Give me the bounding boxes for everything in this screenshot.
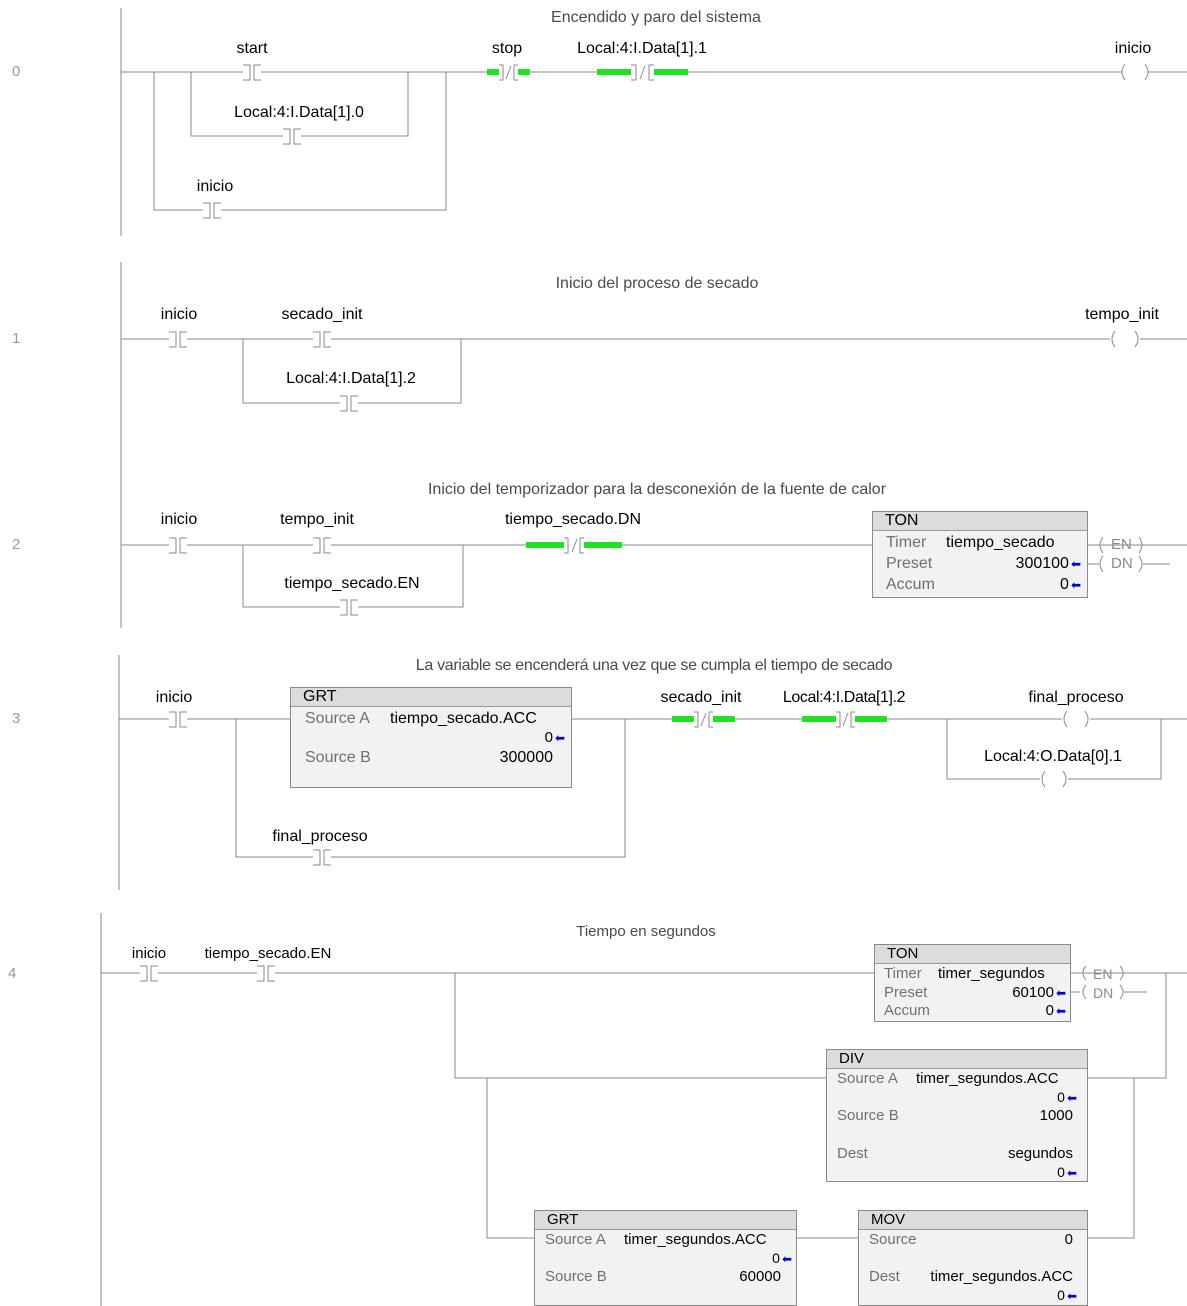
grt-source-a-label: Source A xyxy=(545,1231,606,1248)
grt-title: GRT xyxy=(547,1211,579,1228)
ton-timer-label: Timer xyxy=(884,965,922,982)
live-arrow-icon: ⬅ xyxy=(1070,557,1081,571)
coil-tempo-init[interactable]: tempo_init xyxy=(1085,306,1159,324)
contact-secado-init[interactable]: secado_init xyxy=(661,689,742,707)
mov-title: MOV xyxy=(871,1211,906,1228)
ton-block-timer-segundos[interactable]: TON Timer timer_segundos Preset 60100 ⬅ A… xyxy=(874,944,1071,1022)
ton-title: TON xyxy=(885,512,919,529)
div-dest-live: 0 ⬅ xyxy=(1057,1164,1077,1180)
contact-local-2[interactable]: Local:4:I.Data[1].2 xyxy=(286,370,416,388)
contact-stop[interactable]: stop xyxy=(492,40,522,58)
ton-en-coil: EN xyxy=(1093,966,1113,982)
mov-source-value[interactable]: 0 xyxy=(1065,1232,1073,1248)
contact-inicio[interactable]: inicio xyxy=(132,945,166,963)
live-arrow-icon: ⬅ xyxy=(554,731,565,745)
live-arrow-icon: ⬅ xyxy=(1066,1289,1077,1303)
contact-inicio[interactable]: inicio xyxy=(156,689,192,707)
rung-number-1: 1 xyxy=(12,330,21,347)
contact-local-0[interactable]: Local:4:I.Data[1].0 xyxy=(234,104,364,122)
grt-source-b-label: Source B xyxy=(305,749,371,766)
ton-title: TON xyxy=(887,945,919,962)
grt-source-b-value[interactable]: 60000 xyxy=(739,1269,781,1285)
grt-source-b-label: Source B xyxy=(545,1268,607,1285)
div-source-a-value[interactable]: timer_segundos.ACC xyxy=(916,1071,1059,1087)
grt-block-tiempo-secado[interactable]: GRT Source A tiempo_secado.ACC 0 ⬅ Source… xyxy=(290,687,572,788)
rung-comment-1: Inicio del proceso de secado xyxy=(555,275,759,292)
contact-inicio[interactable]: inicio xyxy=(161,306,197,324)
contact-local-1[interactable]: Local:4:I.Data[1].1 xyxy=(577,40,707,58)
contact-tiempo-secado-en[interactable]: tiempo_secado.EN xyxy=(284,575,419,593)
grt-source-a-label: Source A xyxy=(305,710,370,727)
ton-accum-value[interactable]: 0 ⬅ xyxy=(1046,1003,1066,1019)
live-arrow-icon: ⬅ xyxy=(1055,1004,1066,1018)
contact-tiempo-secado-dn[interactable]: tiempo_secado.DN xyxy=(505,511,641,529)
div-source-b-value[interactable]: 1000 xyxy=(1040,1108,1073,1124)
grt-source-b-value[interactable]: 300000 xyxy=(500,749,553,767)
contact-local-2[interactable]: Local:4:I.Data[1].2 xyxy=(783,689,906,707)
grt-source-a-value[interactable]: tiempo_secado.ACC xyxy=(390,710,537,728)
ton-dn-coil: DN xyxy=(1093,985,1114,1001)
ton-accum-value[interactable]: 0 ⬅ xyxy=(1060,576,1081,594)
coil-output-local[interactable]: Local:4:O.Data[0].1 xyxy=(984,748,1122,766)
ton-preset-value[interactable]: 300100 ⬅ xyxy=(1016,555,1081,573)
contact-start[interactable]: start xyxy=(236,40,267,58)
contact-secado-init[interactable]: secado_init xyxy=(282,306,363,324)
rung-number-3: 3 xyxy=(12,710,21,727)
mov-dest-label: Dest xyxy=(869,1268,900,1285)
rung-number-4: 4 xyxy=(8,965,17,982)
mov-block[interactable]: MOV Source 0 Dest timer_segundos.ACC 0 ⬅ xyxy=(858,1210,1088,1306)
live-arrow-icon: ⬅ xyxy=(1066,1166,1077,1180)
div-dest-value[interactable]: segundos xyxy=(1008,1146,1073,1162)
rung-comment-2: Inicio del temporizador para la desconex… xyxy=(427,481,887,498)
ton-preset-label: Preset xyxy=(884,984,928,1001)
ton-accum-label: Accum xyxy=(886,576,935,593)
rung-number-0: 0 xyxy=(12,63,21,80)
ton-dn-coil: DN xyxy=(1111,555,1133,572)
div-dest-label: Dest xyxy=(837,1145,868,1162)
ton-accum-label: Accum xyxy=(884,1002,930,1019)
live-arrow-icon: ⬅ xyxy=(1055,986,1066,1000)
live-arrow-icon: ⬅ xyxy=(1066,1091,1077,1105)
rung-comment-4: Tiempo en segundos xyxy=(576,923,716,940)
contact-tempo-init[interactable]: tempo_init xyxy=(280,511,354,529)
rung-number-2: 2 xyxy=(12,536,21,553)
contact-final-proceso[interactable]: final_proceso xyxy=(272,828,367,846)
live-arrow-icon: ⬅ xyxy=(781,1252,792,1266)
mov-source-label: Source xyxy=(869,1231,917,1248)
ton-en-coil: EN xyxy=(1111,536,1132,553)
coil-inicio[interactable]: inicio xyxy=(1115,40,1151,58)
div-source-b-label: Source B xyxy=(837,1107,899,1124)
div-source-a-live: 0 ⬅ xyxy=(1057,1089,1077,1105)
grt-source-a-live: 0 ⬅ xyxy=(544,729,565,746)
ton-timer-label: Timer xyxy=(886,534,927,551)
mov-dest-live: 0 ⬅ xyxy=(1057,1287,1077,1303)
grt-title: GRT xyxy=(303,688,337,705)
live-arrow-icon: ⬅ xyxy=(1070,578,1081,592)
coil-final-proceso[interactable]: final_proceso xyxy=(1028,689,1123,707)
ton-preset-value[interactable]: 60100 ⬅ xyxy=(1012,985,1066,1001)
rung-comment-0: Encendido y paro del sistema xyxy=(551,9,761,26)
contact-inicio-branch[interactable]: inicio xyxy=(197,178,233,196)
ton-timer-value[interactable]: tiempo_secado xyxy=(946,534,1055,552)
contact-inicio[interactable]: inicio xyxy=(161,511,197,529)
div-title: DIV xyxy=(839,1050,865,1067)
contact-tiempo-secado-en[interactable]: tiempo_secado.EN xyxy=(205,945,332,963)
ton-block-tiempo-secado[interactable]: TON Timer tiempo_secado Preset 300100 ⬅ A… xyxy=(872,511,1088,598)
div-block[interactable]: DIV Source A timer_segundos.ACC 0 ⬅ Sourc… xyxy=(826,1049,1088,1182)
grt-source-a-live: 0 ⬅ xyxy=(772,1250,792,1266)
grt-source-a-value[interactable]: timer_segundos.ACC xyxy=(624,1232,767,1248)
div-source-a-label: Source A xyxy=(837,1070,898,1087)
ton-timer-value[interactable]: timer_segundos xyxy=(938,966,1045,982)
mov-dest-value[interactable]: timer_segundos.ACC xyxy=(930,1269,1073,1285)
ton-preset-label: Preset xyxy=(886,555,933,572)
grt-block-timer-segundos[interactable]: GRT Source A timer_segundos.ACC 0 ⬅ Sourc… xyxy=(534,1210,797,1306)
rung-comment-3: La variable se encenderá una vez que se … xyxy=(415,657,893,674)
